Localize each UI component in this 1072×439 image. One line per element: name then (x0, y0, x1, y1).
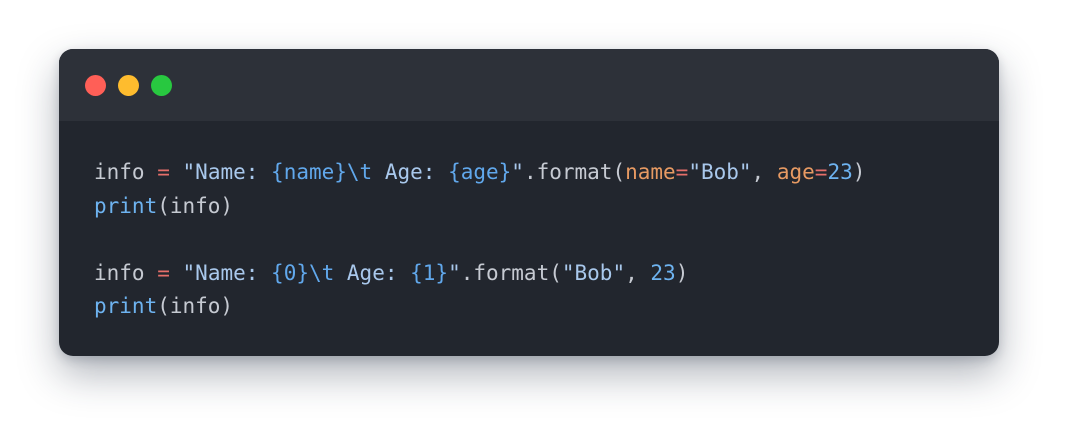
code-token: .format( (460, 260, 562, 285)
code-token: Age: (372, 160, 449, 184)
code-token: age (776, 160, 815, 184)
code-token: (info) (157, 193, 234, 218)
minimize-dot-icon[interactable] (118, 75, 139, 96)
code-token: 23 (827, 160, 853, 184)
code-token: , (751, 160, 777, 184)
code-token: " (448, 260, 461, 285)
code-token: ) (852, 160, 866, 184)
code-token: print (94, 193, 158, 218)
code-token: info (94, 160, 158, 184)
code-line: info = "Name: {name}\t Age: {age}".forma… (94, 156, 865, 190)
code-token: {name}\t (271, 160, 373, 184)
code-token: "Name: (182, 260, 272, 285)
code-token: "Bob" (561, 260, 626, 285)
code-line: print(info) (94, 190, 865, 224)
code-line: print(info) (94, 290, 865, 324)
code-token: "Name: (182, 160, 272, 184)
code-token: , (625, 260, 651, 285)
code-token: .format( (523, 160, 626, 184)
code-token: = (157, 260, 170, 285)
code-token: name (625, 160, 676, 184)
code-token: = (157, 160, 170, 184)
code-token: {1} (410, 260, 449, 285)
maximize-dot-icon[interactable] (151, 75, 172, 96)
code-block: info = "Name: {name}\t Age: {age}".forma… (94, 156, 865, 324)
code-window: info = "Name: {name}\t Age: {age}".forma… (59, 49, 999, 356)
code-token: info (94, 260, 158, 285)
code-token: ) (675, 260, 689, 285)
code-token: = (675, 160, 689, 184)
window-titlebar (59, 49, 999, 121)
close-dot-icon[interactable] (85, 75, 106, 96)
code-token: print (94, 294, 158, 318)
code-token: 23 (650, 260, 676, 285)
code-token: " (511, 160, 524, 184)
code-token: {0}\t (271, 260, 335, 285)
code-token: = (814, 160, 828, 184)
code-line: info = "Name: {0}\t Age: {1}".format("Bo… (94, 257, 865, 291)
code-token: (info) (157, 294, 234, 318)
code-token: Age: (334, 260, 411, 285)
code-token: "Bob" (688, 160, 752, 184)
code-token: {age} (448, 160, 512, 184)
